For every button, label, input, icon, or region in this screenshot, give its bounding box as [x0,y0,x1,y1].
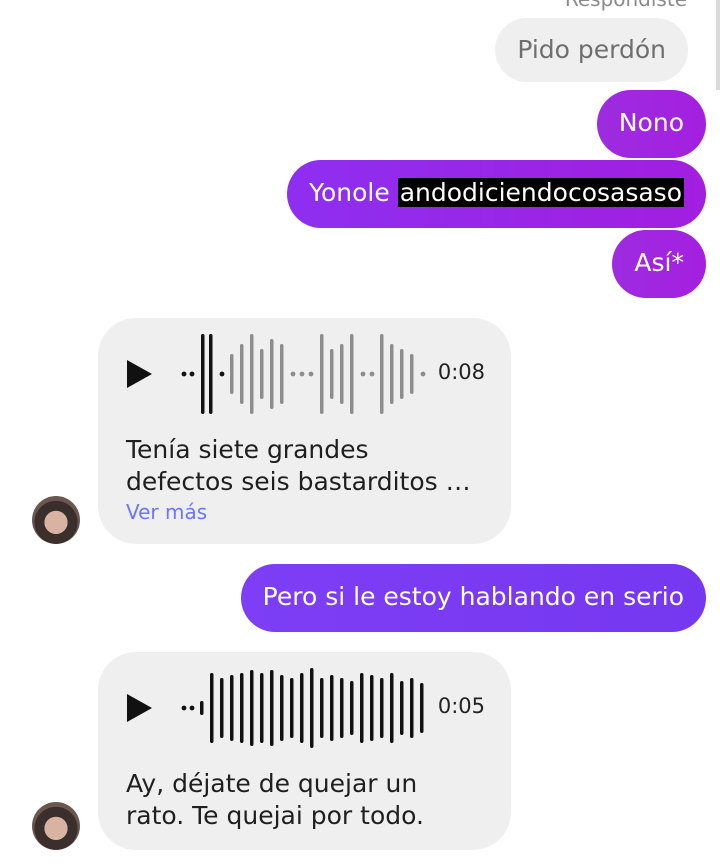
message-bubble[interactable]: Pido perdón [495,18,688,82]
play-icon[interactable] [127,360,152,388]
message-text: Yonole [309,178,390,207]
message-text: Así* [634,248,684,277]
transcript-line: Ay, déjate de quejar un [126,769,418,798]
message-bubble[interactable]: Pero si le estoy hablando en serio [240,564,706,632]
message-bubble[interactable]: Nono [596,90,706,158]
waveform[interactable] [178,332,438,416]
message-text: Pido perdón [517,35,666,64]
reply-label: Respondiste [565,0,687,11]
scrollbar[interactable] [716,0,720,90]
voice-duration: 0:05 [437,694,485,718]
message-bubble[interactable]: Yonole andodiciendocosasaso [287,160,706,228]
voice-message[interactable]: 0:05 Ay, déjate de quejar un rato. Te qu… [98,652,511,850]
see-more-link[interactable]: Ver más [126,500,207,524]
transcript-line: defectos seis bastarditos … [126,467,471,496]
message-bubble[interactable]: Así* [612,230,706,298]
chat-screen: Respondiste Pido perdón Nono Yonole ando… [0,0,720,865]
message-text: Pero si le estoy hablando en serio [262,582,684,611]
waveform[interactable] [178,666,438,750]
transcript-line: Tenía siete grandes [126,435,369,464]
selected-text[interactable]: andodiciendocosasaso [397,178,684,207]
voice-duration: 0:08 [437,360,485,384]
avatar[interactable] [32,802,80,850]
avatar[interactable] [32,496,80,544]
voice-message[interactable]: 0:08 Tenía siete grandes defectos seis b… [98,318,511,544]
transcript-line: rato. Te quejai por todo. [126,801,424,830]
message-text: Nono [618,108,684,137]
play-icon[interactable] [127,694,152,722]
